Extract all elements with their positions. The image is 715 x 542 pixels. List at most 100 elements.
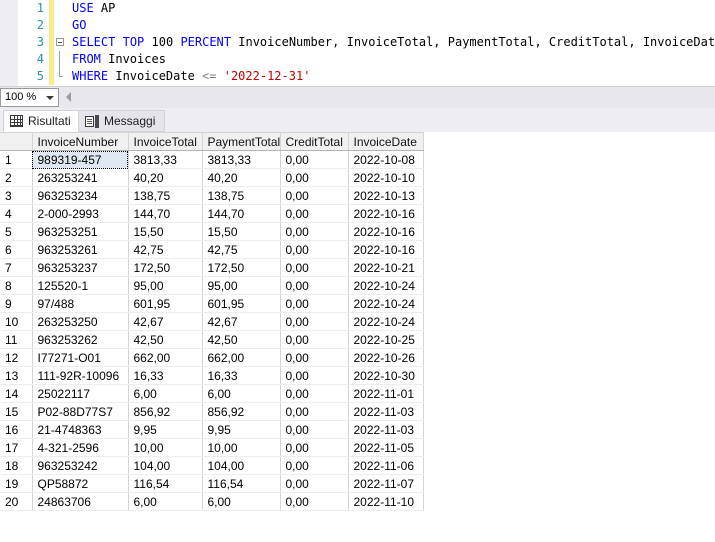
table-row[interactable]: 7 963253237 172,50 172,50 0,00 2022-10-21 [0, 258, 424, 277]
row-number-cell[interactable]: 8 [0, 276, 33, 295]
cell-paymenttotal[interactable]: 104,00 [202, 456, 281, 475]
cell-credittotal[interactable]: 0,00 [280, 150, 349, 169]
row-number-cell[interactable]: 5 [0, 222, 33, 241]
editor-code-area[interactable]: 1 USE AP 2 GO 3 SELECT TOP 100 PERCENT Invoic… [18, 0, 715, 86]
column-header-credittotal[interactable]: CreditTotal [280, 132, 349, 151]
results-grid[interactable]: InvoiceNumber InvoiceTotal PaymentTotal … [0, 132, 715, 542]
cell-invoicedate[interactable]: 2022-10-21 [348, 258, 424, 277]
row-number-cell[interactable]: 6 [0, 240, 33, 259]
table-row[interactable]: 1 989319-457 3813,33 3813,33 0,00 2022-10-08 [0, 150, 424, 169]
table-row[interactable]: 15 P02-88D77S7 856,92 856,92 0,00 2022-11-03 [0, 402, 424, 421]
row-number-cell[interactable]: 16 [0, 420, 33, 439]
cell-paymenttotal[interactable]: 42,67 [202, 312, 281, 331]
table-row[interactable]: 8 125520-1 95,00 95,00 0,00 2022-10-24 [0, 276, 424, 295]
row-number-cell[interactable]: 14 [0, 384, 33, 403]
cell-invoicetotal[interactable]: 138,75 [128, 186, 203, 205]
code-line[interactable]: 5 WHERE InvoiceDate <= '2022-12-31' [18, 68, 715, 85]
cell-credittotal[interactable]: 0,00 [280, 438, 349, 457]
table-row[interactable]: 5 963253251 15,50 15,50 0,00 2022-10-16 [0, 222, 424, 241]
cell-paymenttotal[interactable]: 42,50 [202, 330, 281, 349]
table-row[interactable]: 12 I77271-O01 662,00 662,00 0,00 2022-10-26 [0, 348, 424, 367]
cell-invoicedate[interactable]: 2022-10-08 [348, 150, 424, 169]
cell-credittotal[interactable]: 0,00 [280, 402, 349, 421]
cell-invoicetotal[interactable]: 104,00 [128, 456, 203, 475]
code-line[interactable]: 4 FROM Invoices [18, 51, 715, 68]
cell-invoicenumber[interactable]: 24863706 [32, 492, 129, 511]
code-line[interactable]: 1 USE AP [18, 0, 715, 17]
cell-paymenttotal[interactable]: 15,50 [202, 222, 281, 241]
cell-invoicedate[interactable]: 2022-11-07 [348, 474, 424, 493]
row-number-cell[interactable]: 1 [0, 150, 33, 169]
cell-invoicetotal[interactable]: 172,50 [128, 258, 203, 277]
cell-invoicenumber[interactable]: P02-88D77S7 [32, 402, 129, 421]
cell-invoicenumber[interactable]: 25022117 [32, 384, 129, 403]
cell-invoicenumber[interactable]: QP58872 [32, 474, 129, 493]
cell-credittotal[interactable]: 0,00 [280, 204, 349, 223]
cell-invoicenumber[interactable]: 963253261 [32, 240, 129, 259]
cell-invoicedate[interactable]: 2022-11-06 [348, 456, 424, 475]
cell-invoicedate[interactable]: 2022-11-01 [348, 384, 424, 403]
cell-invoicedate[interactable]: 2022-10-24 [348, 294, 424, 313]
cell-invoicetotal[interactable]: 601,95 [128, 294, 203, 313]
cell-invoicenumber[interactable]: 4-321-2596 [32, 438, 129, 457]
cell-invoicetotal[interactable]: 42,67 [128, 312, 203, 331]
cell-paymenttotal[interactable]: 42,75 [202, 240, 281, 259]
cell-invoicetotal[interactable]: 116,54 [128, 474, 203, 493]
cell-paymenttotal[interactable]: 3813,33 [202, 150, 281, 169]
table-row[interactable]: 2 263253241 40,20 40,20 0,00 2022-10-10 [0, 168, 424, 187]
table-row[interactable]: 4 2-000-2993 144,70 144,70 0,00 2022-10-16 [0, 204, 424, 223]
cell-invoicenumber[interactable]: 2-000-2993 [32, 204, 129, 223]
chevron-down-icon[interactable] [46, 96, 54, 100]
cell-invoicetotal[interactable]: 15,50 [128, 222, 203, 241]
cell-invoicenumber[interactable]: I77271-O01 [32, 348, 129, 367]
row-number-cell[interactable]: 15 [0, 402, 33, 421]
cell-paymenttotal[interactable]: 9,95 [202, 420, 281, 439]
cell-invoicenumber[interactable]: 97/488 [32, 294, 129, 313]
cell-invoicedate[interactable]: 2022-10-24 [348, 312, 424, 331]
cell-paymenttotal[interactable]: 662,00 [202, 348, 281, 367]
cell-invoicenumber[interactable]: 989319-457 [32, 150, 129, 169]
cell-credittotal[interactable]: 0,00 [280, 294, 349, 313]
cell-paymenttotal[interactable]: 10,00 [202, 438, 281, 457]
row-number-header[interactable] [0, 132, 33, 151]
row-number-cell[interactable]: 4 [0, 204, 33, 223]
row-number-cell[interactable]: 9 [0, 294, 33, 313]
row-number-cell[interactable]: 11 [0, 330, 33, 349]
table-row[interactable]: 6 963253261 42,75 42,75 0,00 2022-10-16 [0, 240, 424, 259]
cell-credittotal[interactable]: 0,00 [280, 474, 349, 493]
table-row[interactable]: 18 963253242 104,00 104,00 0,00 2022-11-06 [0, 456, 424, 475]
cell-invoicedate[interactable]: 2022-10-16 [348, 240, 424, 259]
cell-invoicetotal[interactable]: 3813,33 [128, 150, 203, 169]
cell-invoicenumber[interactable]: 963253262 [32, 330, 129, 349]
cell-credittotal[interactable]: 0,00 [280, 330, 349, 349]
cell-credittotal[interactable]: 0,00 [280, 222, 349, 241]
cell-invoicenumber[interactable]: 963253237 [32, 258, 129, 277]
cell-invoicetotal[interactable]: 856,92 [128, 402, 203, 421]
table-row[interactable]: 14 25022117 6,00 6,00 0,00 2022-11-01 [0, 384, 424, 403]
sql-editor-pane[interactable]: 1 USE AP 2 GO 3 SELECT TOP 100 PERCENT Invoic… [0, 0, 715, 86]
column-header-invoicedate[interactable]: InvoiceDate [348, 132, 424, 151]
cell-paymenttotal[interactable]: 16,33 [202, 366, 281, 385]
zoom-level-dropdown[interactable]: 100 % [0, 88, 59, 107]
cell-invoicetotal[interactable]: 6,00 [128, 384, 203, 403]
table-row[interactable]: 16 21-4748363 9,95 9,95 0,00 2022-11-03 [0, 420, 424, 439]
cell-invoicedate[interactable]: 2022-11-10 [348, 492, 424, 511]
table-row[interactable]: 10 263253250 42,67 42,67 0,00 2022-10-24 [0, 312, 424, 331]
cell-invoicetotal[interactable]: 6,00 [128, 492, 203, 511]
cell-invoicenumber[interactable]: 21-4748363 [32, 420, 129, 439]
column-header-invoicenumber[interactable]: InvoiceNumber [32, 132, 129, 151]
row-number-cell[interactable]: 3 [0, 186, 33, 205]
cell-invoicetotal[interactable]: 95,00 [128, 276, 203, 295]
cell-invoicedate[interactable]: 2022-10-10 [348, 168, 424, 187]
tab-messaggi[interactable]: Messaggi [78, 110, 166, 132]
cell-credittotal[interactable]: 0,00 [280, 168, 349, 187]
cell-invoicetotal[interactable]: 9,95 [128, 420, 203, 439]
cell-invoicetotal[interactable]: 16,33 [128, 366, 203, 385]
cell-invoicenumber[interactable]: 263253241 [32, 168, 129, 187]
table-row[interactable]: 20 24863706 6,00 6,00 0,00 2022-11-10 [0, 492, 424, 511]
cell-paymenttotal[interactable]: 116,54 [202, 474, 281, 493]
row-number-cell[interactable]: 20 [0, 492, 33, 511]
cell-credittotal[interactable]: 0,00 [280, 240, 349, 259]
cell-invoicedate[interactable]: 2022-11-03 [348, 420, 424, 439]
cell-invoicetotal[interactable]: 42,50 [128, 330, 203, 349]
